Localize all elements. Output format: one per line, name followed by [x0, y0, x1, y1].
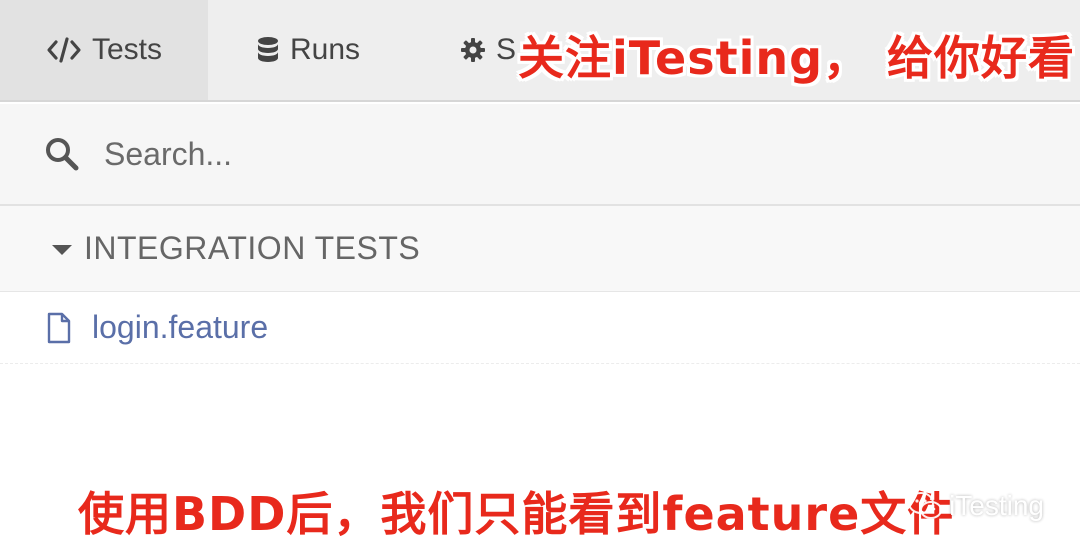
section-title: INTEGRATION TESTS [84, 230, 421, 266]
tab-settings[interactable]: S [408, 0, 528, 100]
spec-file-row[interactable]: login.feature [0, 292, 1080, 364]
file-icon [46, 312, 72, 344]
search-input[interactable] [102, 123, 806, 185]
code-icon [46, 36, 82, 64]
integration-tests-header[interactable]: INTEGRATION TESTS [0, 206, 1080, 292]
database-icon [256, 36, 280, 64]
watermark-text: iTesting [949, 490, 1044, 521]
cypress-test-runner: Tests Runs S Search... INTEGRATION TESTS… [0, 0, 1080, 560]
wechat-icon [907, 491, 943, 521]
tab-runs-label: Runs [289, 33, 361, 66]
spec-file-name: login.feature [92, 309, 269, 345]
caret-down-icon [52, 244, 72, 255]
overlay-caption-bottom: 使用BDD后，我们只能看到feature文件 [78, 487, 955, 541]
tab-tests[interactable]: Tests [0, 0, 208, 100]
tab-settings-label: S [496, 33, 517, 66]
search-bar [0, 104, 1080, 206]
overlay-caption-top: 关注iTesting， 给你好看 [518, 31, 1076, 85]
gear-icon [460, 37, 486, 63]
tab-runs[interactable]: Runs [208, 0, 408, 100]
watermark: iTesting [907, 490, 1044, 522]
search-icon [44, 136, 80, 172]
tab-tests-label: Tests [91, 33, 163, 66]
